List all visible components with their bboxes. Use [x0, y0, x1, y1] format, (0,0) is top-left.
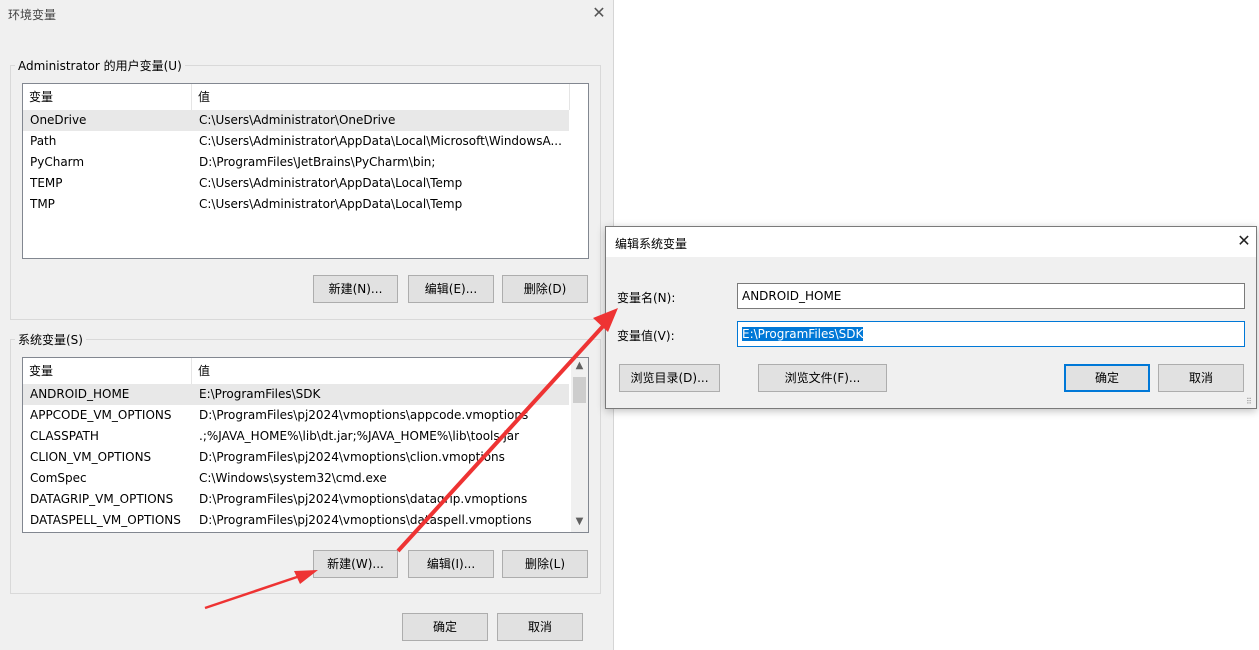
variable-name-cell: ANDROID_HOME: [30, 387, 130, 401]
variable-value-cell: E:\ProgramFiles\SDK: [199, 387, 321, 401]
close-icon[interactable]: ✕: [1234, 231, 1254, 251]
title-bar[interactable]: 编辑系统变量 ✕: [606, 227, 1256, 257]
user-edit-button[interactable]: 编辑(E)...: [408, 275, 494, 303]
variable-name-cell: DATASPELL_VM_OPTIONS: [30, 513, 181, 527]
variable-name-cell: DATAGRIP_VM_OPTIONS: [30, 492, 174, 506]
table-row[interactable]: PyCharm D:\ProgramFiles\JetBrains\PyCharm…: [23, 152, 569, 173]
variable-value-cell: D:\ProgramFiles\pj2024\vmoptions\clion.v…: [199, 450, 505, 464]
user-delete-button[interactable]: 删除(D): [502, 275, 588, 303]
ok-button[interactable]: 确定: [402, 613, 488, 641]
system-edit-button[interactable]: 编辑(I)...: [408, 550, 494, 578]
variable-value-cell: C:\Users\Administrator\AppData\Local\Tem…: [199, 176, 463, 190]
table-row[interactable]: DATAGRIP_VM_OPTIONS D:\ProgramFiles\pj202…: [23, 489, 569, 510]
variable-value-cell: C:\Users\Administrator\OneDrive: [199, 113, 396, 127]
scroll-up-icon[interactable]: ▲: [571, 360, 588, 374]
variable-name-cell: Path: [30, 134, 57, 148]
list-header: 变量 值: [23, 84, 588, 110]
column-divider[interactable]: [569, 84, 570, 110]
env-variables-dialog: 环境变量 ✕ Administrator 的用户变量(U) 变量 值 OneDr…: [0, 0, 614, 650]
variable-name-input[interactable]: ANDROID_HOME: [737, 283, 1245, 309]
variable-name-cell: TMP: [30, 197, 55, 211]
table-row[interactable]: Path C:\Users\Administrator\AppData\Local…: [23, 131, 569, 152]
list-header: 变量 值: [23, 358, 588, 384]
table-row[interactable]: TMP C:\Users\Administrator\AppData\Local\…: [23, 194, 569, 215]
variable-value-cell: C:\Users\Administrator\AppData\Local\Tem…: [199, 197, 463, 211]
variable-value-cell: D:\ProgramFiles\pj2024\vmoptions\dataspe…: [199, 513, 532, 527]
variable-name-cell: TEMP: [30, 176, 63, 190]
table-row[interactable]: APPCODE_VM_OPTIONS D:\ProgramFiles\pj2024…: [23, 405, 569, 426]
table-row[interactable]: DATASPELL_VM_OPTIONS D:\ProgramFiles\pj20…: [23, 510, 569, 531]
column-header-value[interactable]: 值: [192, 358, 569, 384]
variable-value-cell: C:\Users\Administrator\AppData\Local\Mic…: [199, 134, 562, 148]
variable-value-cell: D:\ProgramFiles\pj2024\vmoptions\datagri…: [199, 492, 528, 506]
user-vars-group-title: Administrator 的用户变量(U): [15, 57, 185, 74]
table-row[interactable]: TEMP C:\Users\Administrator\AppData\Local…: [23, 173, 569, 194]
table-row[interactable]: ANDROID_HOME E:\ProgramFiles\SDK: [23, 384, 569, 405]
system-vars-group-title: 系统变量(S): [15, 331, 86, 348]
column-header-name[interactable]: 变量: [23, 358, 192, 384]
selected-text: E:\ProgramFiles\SDK: [742, 327, 864, 341]
vertical-scrollbar[interactable]: ▲ ▼: [571, 358, 588, 532]
variable-value-cell: C:\Windows\system32\cmd.exe: [199, 471, 387, 485]
variable-value-cell: D:\ProgramFiles\pj2024\vmoptions\appcode…: [199, 408, 529, 422]
variable-name-cell: APPCODE_VM_OPTIONS: [30, 408, 172, 422]
column-header-name[interactable]: 变量: [23, 84, 192, 110]
dialog-title: 编辑系统变量: [615, 237, 688, 251]
ok-button[interactable]: 确定: [1064, 364, 1150, 392]
user-vars-list[interactable]: 变量 值 OneDrive C:\Users\Administrator\OneD…: [22, 83, 589, 259]
dialog-title: 环境变量: [8, 8, 57, 22]
edit-system-variable-dialog: 编辑系统变量 ✕ 变量名(N): ANDROID_HOME 变量值(V): E:…: [605, 226, 1257, 409]
browse-file-button[interactable]: 浏览文件(F)...: [758, 364, 887, 392]
variable-value-label: 变量值(V):: [617, 329, 675, 343]
scroll-down-icon[interactable]: ▼: [571, 516, 588, 530]
system-vars-list[interactable]: 变量 值 ANDROID_HOME E:\ProgramFiles\SDK APPC…: [22, 357, 589, 533]
cancel-button[interactable]: 取消: [1158, 364, 1244, 392]
variable-name-cell: PyCharm: [30, 155, 85, 169]
close-icon[interactable]: ✕: [590, 4, 608, 22]
variable-value-cell: D:\ProgramFiles\JetBrains\PyCharm\bin;: [199, 155, 436, 169]
user-new-button[interactable]: 新建(N)...: [313, 275, 398, 303]
variable-value-cell: .;%JAVA_HOME%\lib\dt.jar;%JAVA_HOME%\lib…: [199, 429, 520, 443]
variable-name-cell: OneDrive: [30, 113, 87, 127]
table-row[interactable]: CLASSPATH .;%JAVA_HOME%\lib\dt.jar;%JAVA_…: [23, 426, 569, 447]
variable-name-cell: CLASSPATH: [30, 429, 99, 443]
table-row[interactable]: CLION_VM_OPTIONS D:\ProgramFiles\pj2024\v…: [23, 447, 569, 468]
variable-name-cell: ComSpec: [30, 471, 87, 485]
cancel-button[interactable]: 取消: [497, 613, 583, 641]
scroll-thumb[interactable]: [573, 377, 586, 403]
system-delete-button[interactable]: 删除(L): [502, 550, 588, 578]
variable-name-cell: CLION_VM_OPTIONS: [30, 450, 152, 464]
variable-value-input[interactable]: E:\ProgramFiles\SDK: [737, 321, 1245, 347]
table-row[interactable]: OneDrive C:\Users\Administrator\OneDrive: [23, 110, 569, 131]
table-row[interactable]: ComSpec C:\Windows\system32\cmd.exe: [23, 468, 569, 489]
system-new-button[interactable]: 新建(W)...: [313, 550, 398, 578]
column-header-value[interactable]: 值: [192, 84, 569, 110]
browse-directory-button[interactable]: 浏览目录(D)...: [619, 364, 720, 392]
variable-name-label: 变量名(N):: [617, 291, 676, 305]
resize-grip-icon[interactable]: ⠿: [1246, 397, 1252, 406]
